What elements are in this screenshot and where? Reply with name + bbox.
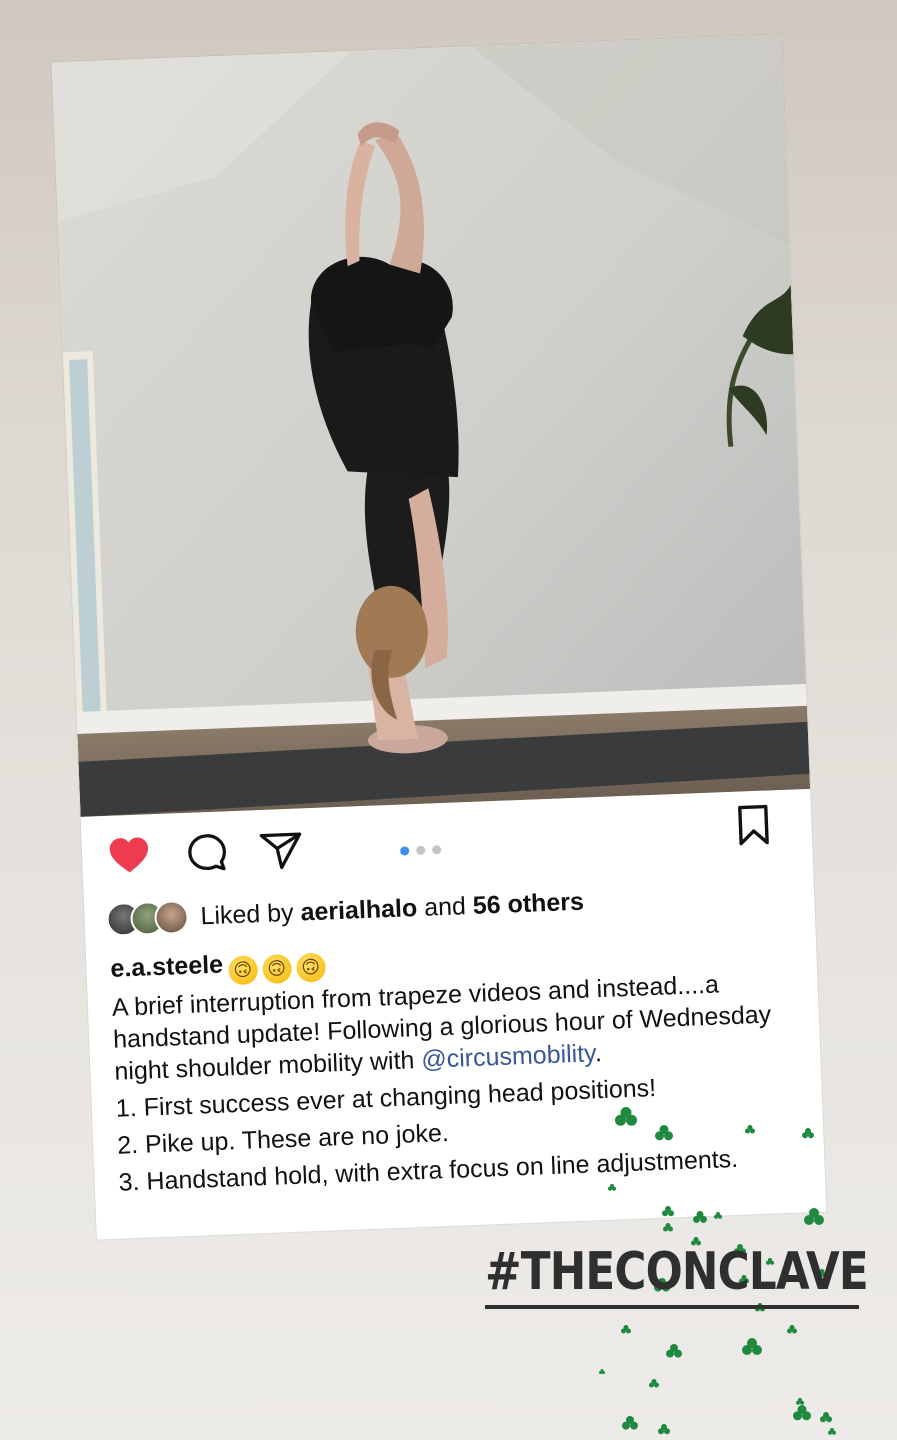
shamrock-icon	[793, 1405, 811, 1421]
carousel-dot	[400, 846, 410, 856]
heart-filled-icon	[109, 837, 149, 873]
likes-connector: and	[423, 891, 467, 922]
likes-prefix: Liked by	[199, 898, 295, 930]
shamrock-icon	[742, 1338, 762, 1355]
shamrock-icon	[621, 1325, 631, 1334]
hashtag-sticker[interactable]: #THECONCLAVE	[485, 1238, 869, 1310]
upside-down-face-emoji: 🙃	[261, 953, 292, 985]
liker-avatars	[105, 899, 195, 937]
comment-bubble-icon	[188, 834, 226, 871]
bookmark-icon	[738, 804, 769, 846]
shamrock-icon	[622, 1416, 638, 1430]
shamrock-icon	[796, 1398, 804, 1405]
post-caption: e.a.steele 🙃 🙃 🙃 A brief interruption from …	[110, 926, 809, 1198]
handstand-photo	[51, 34, 811, 817]
save-button[interactable]	[733, 802, 775, 848]
shamrock-icon	[828, 1428, 836, 1435]
hashtag-underline	[485, 1305, 859, 1309]
caption-period: .	[594, 1039, 603, 1068]
shamrock-icon	[666, 1344, 682, 1358]
carousel-indicator	[400, 841, 448, 856]
carousel-dot	[416, 845, 426, 856]
shamrock-icon	[787, 1325, 797, 1334]
shamrock-icon	[599, 1369, 605, 1375]
carousel-dot	[431, 845, 442, 855]
shamrock-icon	[663, 1223, 673, 1232]
likes-text: Liked by aerialhalo and 56 others	[200, 887, 584, 931]
post-photo[interactable]	[51, 34, 811, 817]
shamrock-icon	[820, 1412, 832, 1423]
reposted-post-card[interactable]: Liked by aerialhalo and 56 others e.a.st…	[51, 34, 827, 1240]
likes-others[interactable]: 56 others	[472, 887, 584, 919]
comment-button[interactable]	[183, 829, 231, 877]
paper-plane-icon	[259, 832, 302, 870]
upside-down-face-emoji: 🙃	[227, 955, 258, 986]
story-canvas: Liked by aerialhalo and 56 others e.a.st…	[0, 0, 897, 1440]
liker-username[interactable]: aerialhalo	[300, 894, 418, 926]
upside-down-face-emoji: 🙃	[295, 952, 326, 983]
shamrock-icon	[658, 1424, 670, 1435]
like-button[interactable]	[105, 832, 153, 880]
avatar	[153, 899, 190, 936]
shamrock-icon	[649, 1379, 659, 1388]
caption-username[interactable]: e.a.steele	[110, 951, 224, 983]
share-button[interactable]	[257, 826, 305, 874]
caption-mention[interactable]: @circusmobility	[421, 1039, 596, 1074]
